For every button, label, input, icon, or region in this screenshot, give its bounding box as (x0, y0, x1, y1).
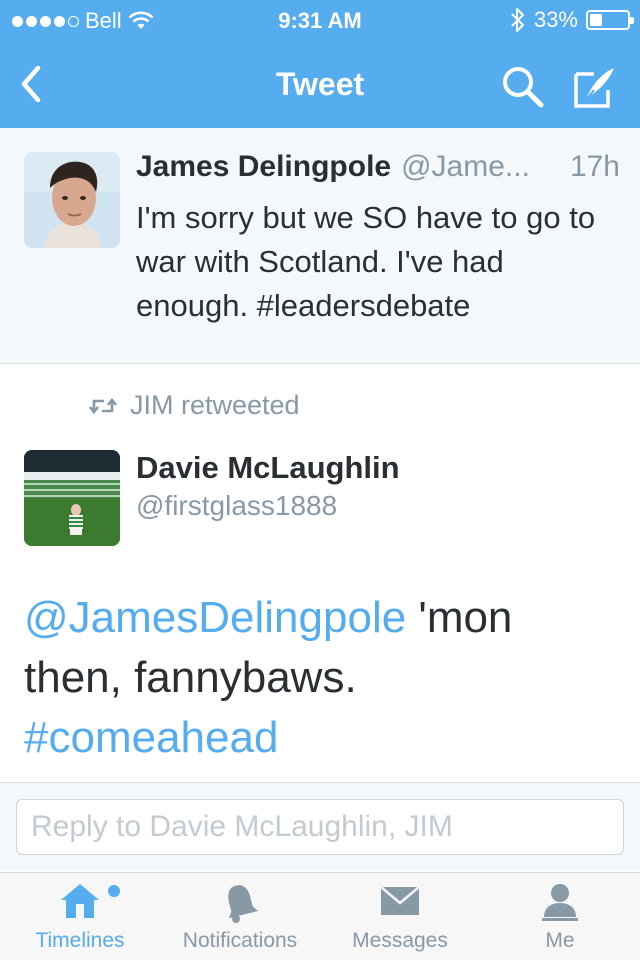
status-bar: Bell 9:31 AM 33% (0, 0, 640, 40)
compose-icon[interactable] (572, 64, 618, 110)
parent-tweet-text: I'm sorry but we SO have to go to war wi… (136, 200, 596, 323)
tab-label: Timelines (35, 929, 125, 952)
retweet-icon (88, 397, 118, 414)
bell-icon (228, 885, 258, 923)
nav-bar: Tweet (0, 40, 640, 128)
author-handle[interactable]: @firstglass1888 (136, 490, 337, 522)
retweeted-by-label[interactable]: JIM retweeted (130, 390, 300, 421)
search-icon[interactable] (500, 64, 546, 110)
bluetooth-icon (511, 8, 524, 32)
parent-tweet[interactable]: James Delingpole @Jame... 17h I'm sorry b… (0, 128, 640, 364)
avatar[interactable] (24, 450, 120, 546)
tab-notifications[interactable]: Notifications (165, 873, 315, 960)
tab-label: Notifications (182, 929, 298, 952)
tab-label: Me (545, 929, 575, 952)
header: Bell 9:31 AM 33% Tweet (0, 0, 640, 128)
unread-dot (108, 885, 120, 897)
tweet-age: 17h (569, 150, 620, 183)
avatar[interactable] (24, 152, 120, 248)
author-name[interactable]: Davie McLaughlin (136, 450, 400, 486)
tab-bar: Timelines Notifications Messages Me (0, 872, 640, 960)
retweet-indicator: JIM retweeted (88, 390, 300, 421)
reply-bar (0, 783, 640, 871)
parent-tweet-header: James Delingpole @Jame... 17h (136, 150, 620, 184)
author-name[interactable]: James Delingpole (136, 150, 391, 183)
battery-icon (586, 10, 634, 30)
battery-fill (590, 14, 602, 26)
battery-percent: 33% (533, 7, 578, 32)
mention-link[interactable]: @JamesDelingpole (24, 593, 406, 642)
person-icon (542, 884, 578, 921)
envelope-icon (380, 886, 420, 915)
home-icon (61, 884, 99, 918)
tab-messages[interactable]: Messages (330, 873, 470, 960)
tab-me[interactable]: Me (490, 873, 630, 960)
status-right: 33% (510, 7, 634, 33)
author-handle[interactable]: @Jame... (401, 150, 530, 183)
back-chevron-icon[interactable] (14, 62, 50, 106)
reply-input[interactable] (16, 799, 624, 855)
hashtag-link[interactable]: #comeahead (24, 713, 278, 762)
tab-label: Messages (352, 929, 448, 952)
tab-timelines[interactable]: Timelines (10, 873, 150, 960)
focused-tweet-text: @JamesDelingpole 'mon then, fannybaws. #… (24, 588, 620, 768)
